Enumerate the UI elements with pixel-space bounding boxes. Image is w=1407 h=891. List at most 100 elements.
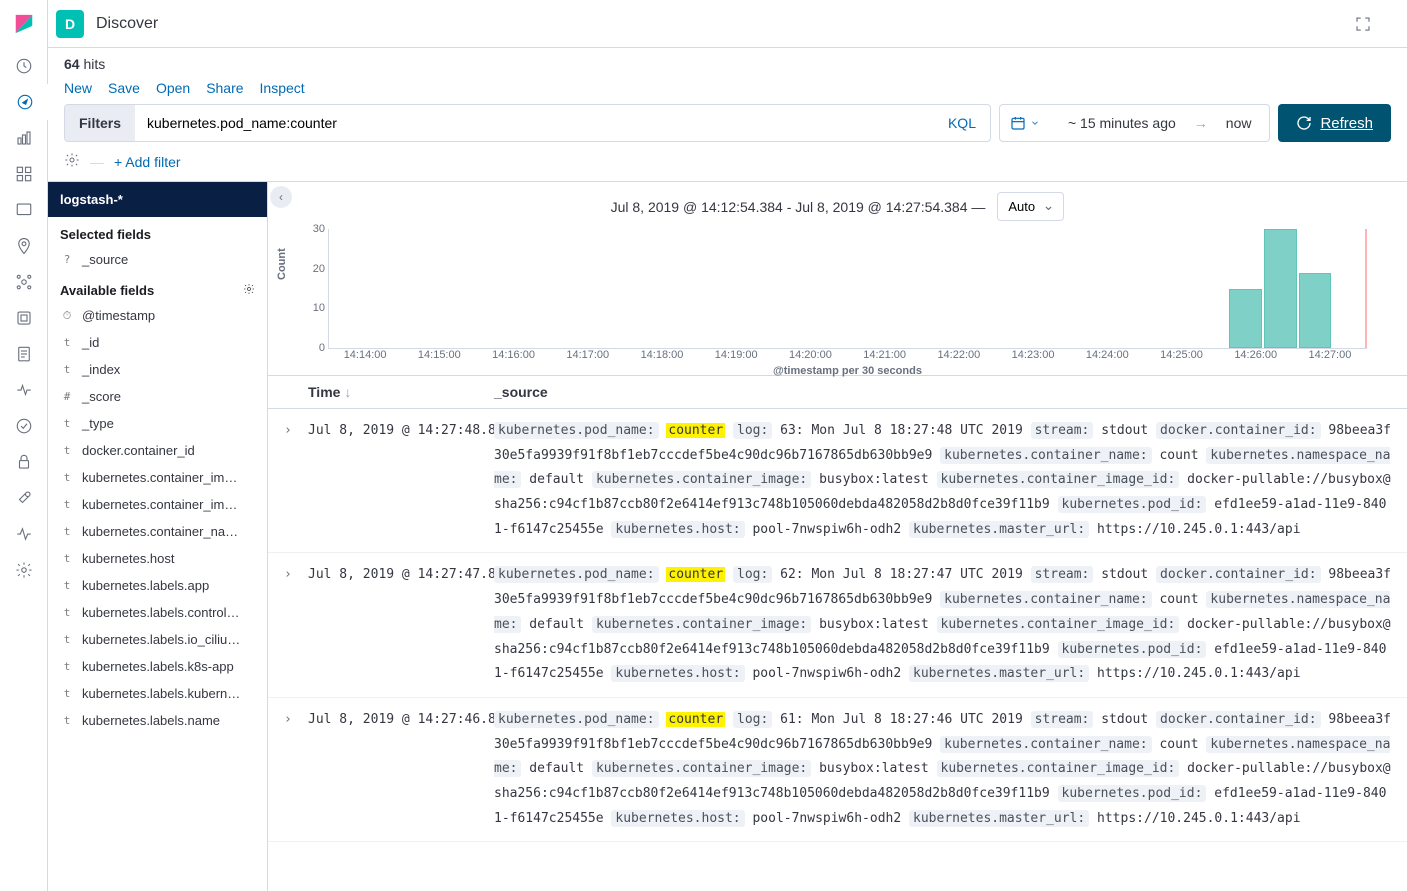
hits-bar: 64 hits <box>48 48 1407 80</box>
canvas-nav-icon[interactable] <box>0 192 48 228</box>
calendar-icon[interactable] <box>1000 105 1050 141</box>
query-language-button[interactable]: KQL <box>934 105 990 141</box>
field-name: kubernetes.host <box>82 551 175 566</box>
new-button[interactable]: New <box>64 80 92 96</box>
expand-row-button[interactable]: › <box>284 708 308 831</box>
index-pattern-selector[interactable]: logstash-* <box>48 182 267 217</box>
row-source: kubernetes.pod_name: counter log: 61: Mo… <box>494 708 1391 831</box>
field-type-icon: t <box>60 660 74 673</box>
inspect-button[interactable]: Inspect <box>260 80 305 96</box>
field-type-icon: t <box>60 336 74 349</box>
field-name: _score <box>82 389 121 404</box>
results-panel: ‹ Jul 8, 2019 @ 14:12:54.384 - Jul 8, 20… <box>268 182 1407 891</box>
field-item[interactable]: tkubernetes.container_im… <box>48 491 267 518</box>
toolbar: New Save Open Share Inspect <box>48 80 1407 104</box>
xtick: 14:20:00 <box>773 349 847 361</box>
xtick: 14:17:00 <box>551 349 625 361</box>
query-input-group: Filters KQL <box>64 104 991 142</box>
field-item[interactable]: t_type <box>48 410 267 437</box>
field-item[interactable]: ⏱@timestamp <box>48 302 267 329</box>
field-item[interactable]: tkubernetes.labels.kubern… <box>48 680 267 707</box>
recent-icon[interactable] <box>0 48 48 84</box>
field-type-icon: t <box>60 714 74 727</box>
field-name: kubernetes.container_im… <box>82 470 237 485</box>
field-name: _id <box>82 335 99 350</box>
field-filter-icon[interactable] <box>243 283 255 298</box>
discover-nav-icon[interactable] <box>0 84 48 120</box>
field-panel: logstash-* Selected fields ?_source Avai… <box>48 182 268 891</box>
time-picker[interactable]: ~ 15 minutes ago → now <box>999 104 1270 142</box>
open-button[interactable]: Open <box>156 80 190 96</box>
infra-nav-icon[interactable] <box>0 300 48 336</box>
field-name: _index <box>82 362 120 377</box>
visualize-nav-icon[interactable] <box>0 120 48 156</box>
row-time: Jul 8, 2019 @ 14:27:46.894 <box>308 708 494 831</box>
field-item[interactable]: # _score <box>48 383 267 410</box>
fullscreen-icon[interactable] <box>1339 6 1387 42</box>
maps-nav-icon[interactable] <box>0 228 48 264</box>
table-row: ›Jul 8, 2019 @ 14:27:46.894kubernetes.po… <box>268 698 1407 842</box>
field-type-icon: t <box>60 606 74 619</box>
expand-row-button[interactable]: › <box>284 419 308 542</box>
histogram-bar[interactable] <box>1229 289 1262 349</box>
histogram-bar[interactable] <box>1264 229 1297 348</box>
field-item[interactable]: t _id <box>48 329 267 356</box>
xtick: 14:18:00 <box>625 349 699 361</box>
field-item[interactable]: tkubernetes.container_na… <box>48 518 267 545</box>
row-source: kubernetes.pod_name: counter log: 63: Mo… <box>494 419 1391 542</box>
save-button[interactable]: Save <box>108 80 140 96</box>
monitoring-nav-icon[interactable] <box>0 516 48 552</box>
uptime-nav-icon[interactable] <box>0 408 48 444</box>
xtick: 14:19:00 <box>699 349 773 361</box>
refresh-button[interactable]: Refresh <box>1278 104 1391 142</box>
field-type-icon: t <box>60 633 74 646</box>
field-name: @timestamp <box>82 308 155 323</box>
field-item[interactable]: tkubernetes.labels.app <box>48 572 267 599</box>
field-item[interactable]: tkubernetes.container_im… <box>48 464 267 491</box>
field-item[interactable]: tkubernetes.labels.name <box>48 707 267 734</box>
field-item[interactable]: tdocker.container_id <box>48 437 267 464</box>
field-item[interactable]: tkubernetes.labels.control… <box>48 599 267 626</box>
dashboard-nav-icon[interactable] <box>0 156 48 192</box>
field-item[interactable]: tkubernetes.labels.k8s-app <box>48 653 267 680</box>
filter-settings-icon[interactable] <box>64 152 80 171</box>
field-item[interactable]: t _index <box>48 356 267 383</box>
logs-nav-icon[interactable] <box>0 336 48 372</box>
field-name: kubernetes.container_na… <box>82 524 238 539</box>
time-range: ~ 15 minutes ago → now <box>1050 105 1269 141</box>
xtick: 14:14:00 <box>328 349 402 361</box>
field-type-icon: t <box>60 444 74 457</box>
xtick: 14:15:00 <box>402 349 476 361</box>
row-source: kubernetes.pod_name: counter log: 62: Mo… <box>494 563 1391 686</box>
time-from: ~ 15 minutes ago <box>1068 115 1176 131</box>
management-nav-icon[interactable] <box>0 552 48 588</box>
security-nav-icon[interactable] <box>0 444 48 480</box>
ml-nav-icon[interactable] <box>0 264 48 300</box>
xtick: 14:27:00 <box>1293 349 1367 361</box>
row-time: Jul 8, 2019 @ 14:27:47.896 <box>308 563 494 686</box>
kibana-logo[interactable] <box>0 0 48 48</box>
field-item[interactable]: ?_source <box>48 246 267 273</box>
histogram-bar[interactable] <box>1299 273 1332 348</box>
field-type-icon: t <box>60 363 74 376</box>
col-source[interactable]: _source <box>494 384 1391 400</box>
col-time[interactable]: Time ↓ <box>284 384 494 400</box>
add-filter-button[interactable]: + Add filter <box>114 154 181 170</box>
field-item[interactable]: tkubernetes.host <box>48 545 267 572</box>
field-name: kubernetes.labels.kubern… <box>82 686 240 701</box>
apm-nav-icon[interactable] <box>0 372 48 408</box>
expand-row-button[interactable]: › <box>284 563 308 686</box>
xtick: 14:21:00 <box>848 349 922 361</box>
table-row: ›Jul 8, 2019 @ 14:27:48.897kubernetes.po… <box>268 409 1407 553</box>
share-button[interactable]: Share <box>206 80 243 96</box>
field-type-icon: ? <box>60 253 74 266</box>
interval-select[interactable]: Auto <box>997 192 1064 221</box>
xtick: 14:23:00 <box>996 349 1070 361</box>
field-item[interactable]: tkubernetes.labels.io_ciliu… <box>48 626 267 653</box>
refresh-label: Refresh <box>1320 115 1373 132</box>
collapse-sidebar-button[interactable]: ‹ <box>270 186 292 208</box>
devtools-nav-icon[interactable] <box>0 480 48 516</box>
field-type-icon: # <box>60 390 74 403</box>
table-row: ›Jul 8, 2019 @ 14:27:47.896kubernetes.po… <box>268 553 1407 697</box>
query-input[interactable] <box>135 105 934 141</box>
